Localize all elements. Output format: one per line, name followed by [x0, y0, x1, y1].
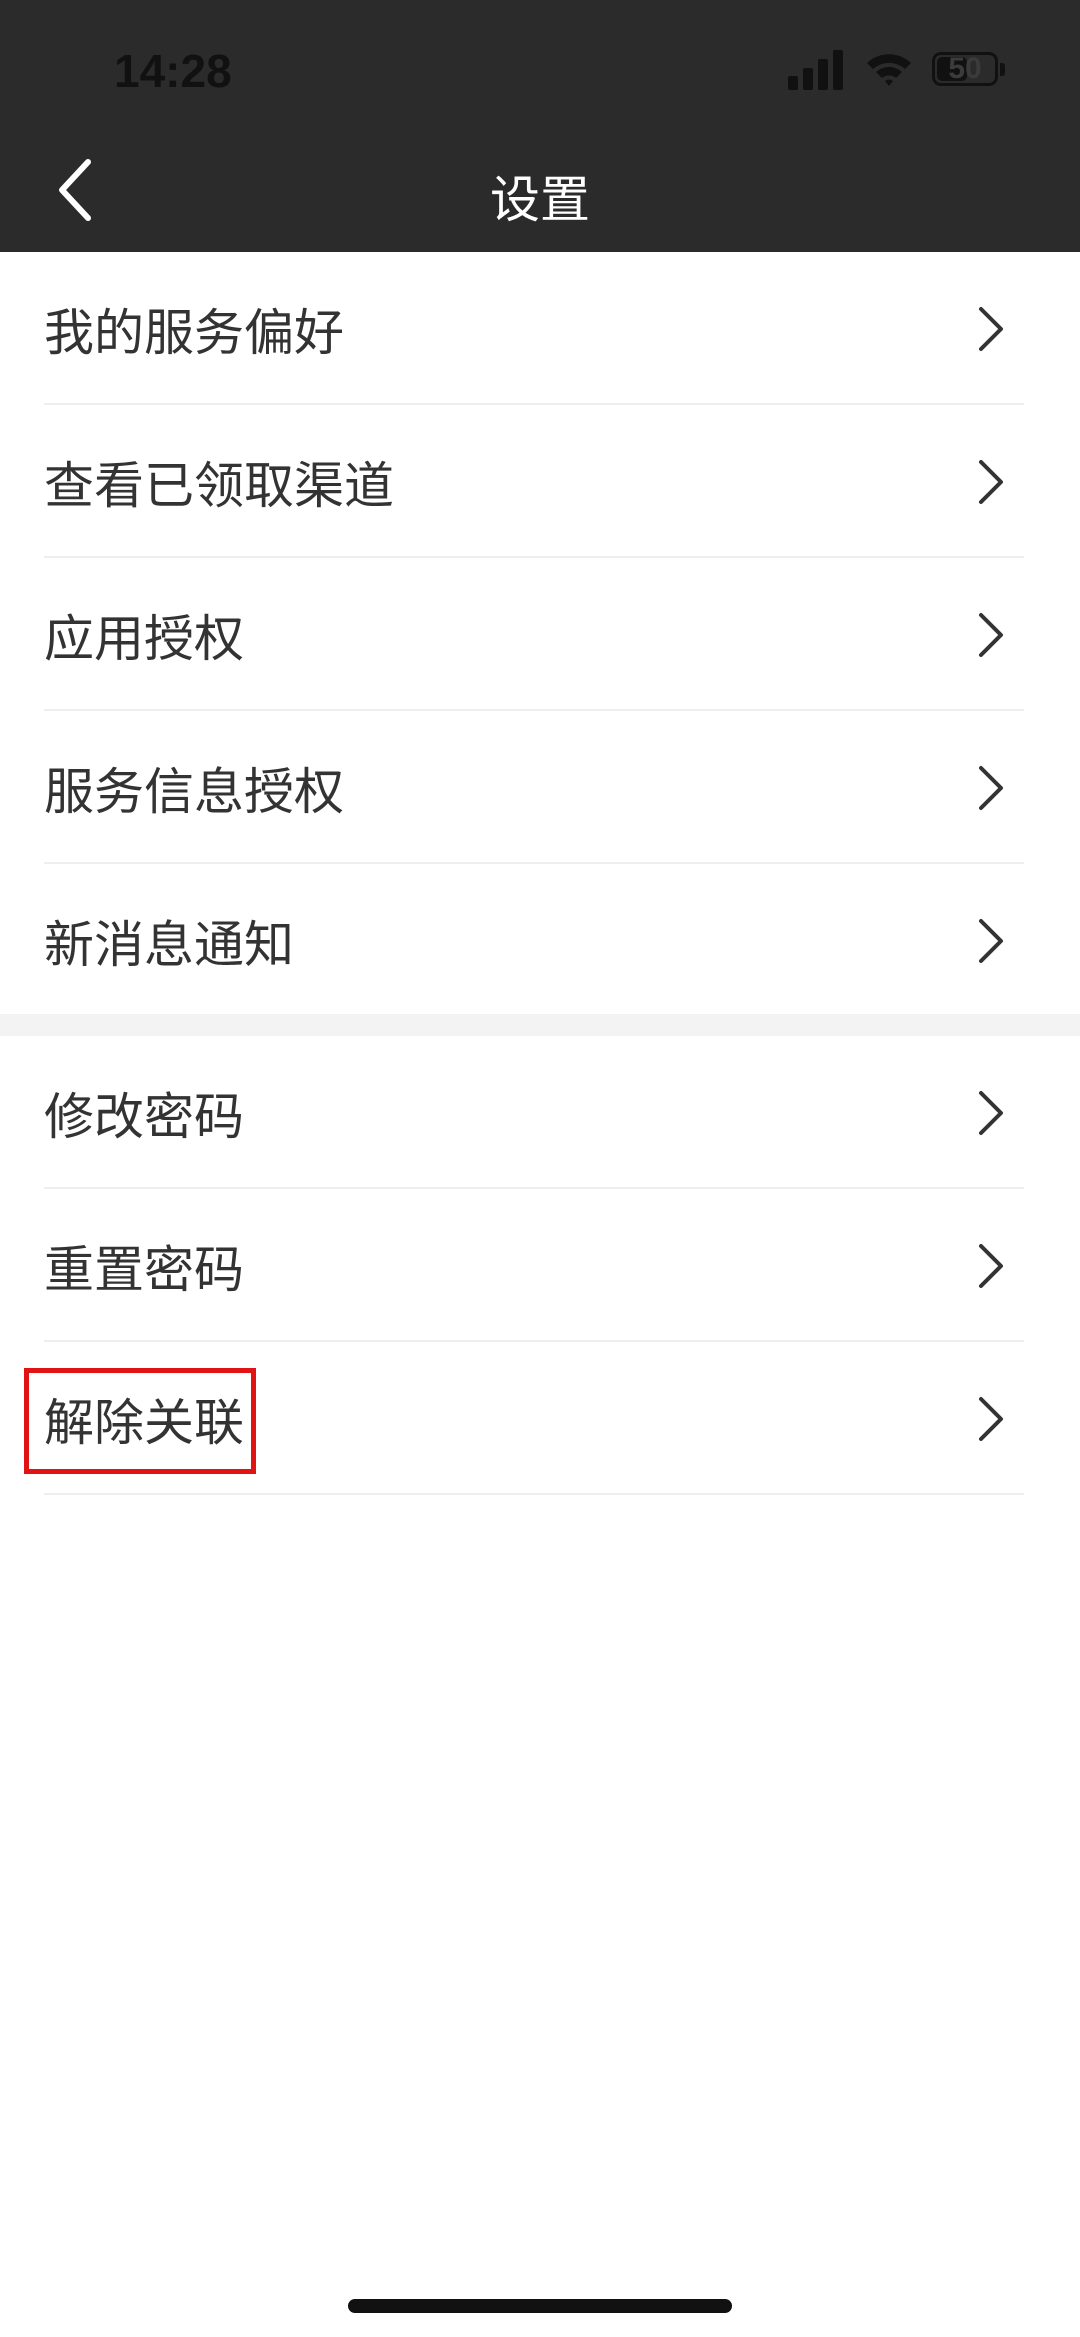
chevron-right-icon — [979, 1396, 1003, 1441]
chevron-right-icon — [979, 306, 1003, 351]
chevron-right-icon — [979, 612, 1003, 657]
settings-section-1: 我的服务偏好 查看已领取渠道 应用授权 服务信息授权 新消息通知 — [0, 252, 1080, 1017]
chevron-right-icon — [979, 459, 1003, 504]
settings-item-claimed-channels[interactable]: 查看已领取渠道 — [0, 405, 1080, 558]
settings-item-label: 查看已领取渠道 — [44, 456, 394, 515]
settings-item-label: 我的服务偏好 — [44, 303, 344, 362]
chevron-right-icon — [979, 1243, 1003, 1288]
home-indicator[interactable] — [348, 2299, 732, 2313]
highlight-box — [24, 1368, 256, 1474]
signal-icon — [788, 48, 844, 90]
section-separator — [0, 1014, 1080, 1036]
chevron-right-icon — [979, 918, 1003, 963]
settings-item-label: 重置密码 — [44, 1240, 244, 1299]
chevron-right-icon — [979, 1090, 1003, 1135]
settings-item-label: 新消息通知 — [44, 915, 294, 974]
settings-item-change-password[interactable]: 修改密码 — [0, 1036, 1080, 1189]
nav-bar: 14:28 50 设置 — [0, 0, 1080, 252]
battery-icon: 50 — [932, 52, 998, 86]
settings-item-label: 应用授权 — [44, 609, 244, 668]
settings-item-label: 服务信息授权 — [44, 762, 344, 821]
chevron-right-icon — [979, 765, 1003, 810]
settings-item-service-preferences[interactable]: 我的服务偏好 — [0, 252, 1080, 405]
divider — [44, 1493, 1024, 1495]
settings-item-label: 修改密码 — [44, 1087, 244, 1146]
status-time: 14:28 — [114, 45, 232, 97]
settings-item-app-authorization[interactable]: 应用授权 — [0, 558, 1080, 711]
page-title: 设置 — [490, 171, 590, 229]
battery-level: 50 — [948, 52, 982, 85]
wifi-icon — [867, 54, 911, 86]
settings-item-service-info-authorization[interactable]: 服务信息授权 — [0, 711, 1080, 864]
settings-item-new-message-notifications[interactable]: 新消息通知 — [0, 864, 1080, 1017]
settings-item-reset-password[interactable]: 重置密码 — [0, 1189, 1080, 1342]
